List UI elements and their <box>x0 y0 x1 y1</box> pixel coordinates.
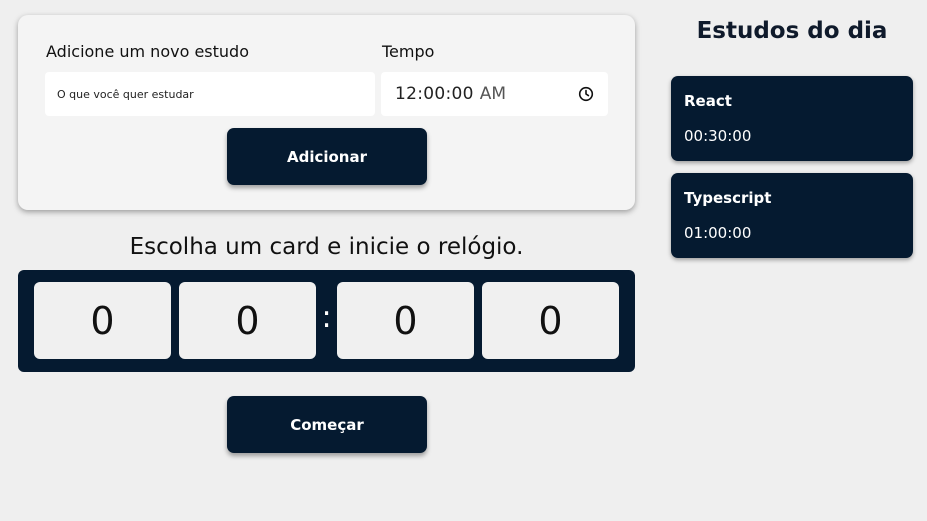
time-separator: : <box>321 300 332 335</box>
add-button[interactable]: Adicionar <box>227 128 427 185</box>
study-card-time: 00:30:00 <box>684 127 752 145</box>
new-study-form: Adicione um novo estudo Tempo 12:00:00 A… <box>18 15 635 210</box>
time-input[interactable]: 12:00:00 AM <box>381 72 608 116</box>
clock-icon[interactable] <box>578 86 594 102</box>
study-label: Adicione um novo estudo <box>46 42 249 61</box>
stopwatch: 0 0 : 0 0 <box>18 270 635 372</box>
seconds-ones-digit: 0 <box>482 282 619 359</box>
minutes-tens-digit: 0 <box>34 282 171 359</box>
study-card-react[interactable]: React 00:30:00 <box>671 76 913 161</box>
time-input-value: 12:00:00 <box>395 84 474 104</box>
sidebar-title: Estudos do dia <box>696 18 888 44</box>
time-label: Tempo <box>382 42 435 61</box>
study-input[interactable] <box>45 72 375 116</box>
study-card-name: React <box>684 92 732 110</box>
study-card-name: Typescript <box>684 189 772 207</box>
seconds-tens-digit: 0 <box>337 282 474 359</box>
time-input-ampm: AM <box>479 84 507 104</box>
minutes-ones-digit: 0 <box>179 282 316 359</box>
study-card-time: 01:00:00 <box>684 224 752 242</box>
start-button[interactable]: Começar <box>227 396 427 453</box>
study-card-typescript[interactable]: Typescript 01:00:00 <box>671 173 913 258</box>
timer-instruction: Escolha um card e inicie o relógio. <box>129 234 524 260</box>
